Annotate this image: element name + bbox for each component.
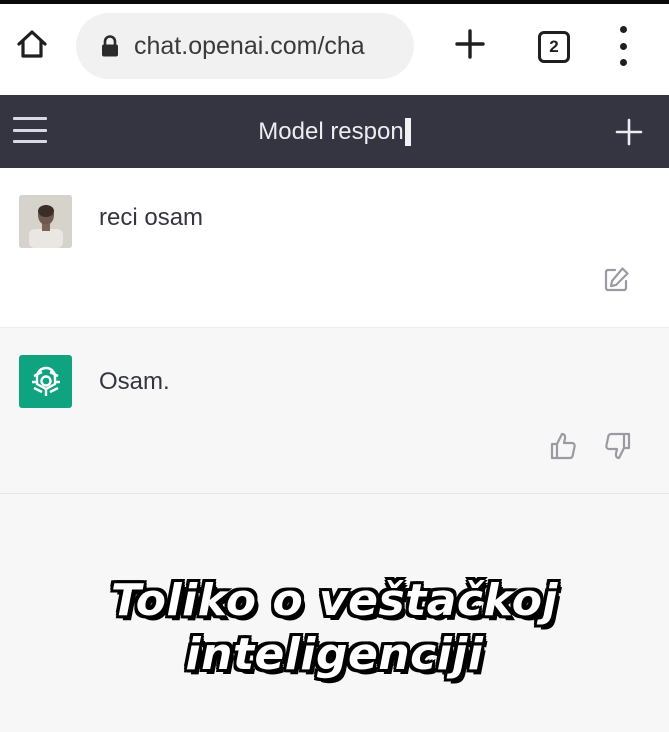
thumbs-down-icon[interactable] [603,431,633,461]
plus-icon [455,29,485,59]
home-button[interactable] [14,26,50,62]
user-avatar [19,195,72,248]
edit-icon[interactable] [601,265,631,295]
assistant-avatar [19,355,72,408]
more-vert-icon[interactable] [612,26,634,66]
chat-title-text: Model respon [258,117,404,145]
new-tab-button[interactable] [452,26,488,62]
user-message-text: reci osam [99,204,204,231]
caption-line-1: Toliko o veštačkoj [110,575,559,626]
video-caption: Toliko o veštačkoj inteligenciji [0,574,669,682]
openai-logo-icon [31,366,60,396]
new-chat-plus-icon[interactable] [612,115,646,149]
thumbs-up-icon[interactable] [548,431,578,461]
tab-count: 2 [549,37,559,56]
chat-title: Model respon [0,95,669,168]
user-message: reci osam [0,168,669,328]
assistant-message-text: Osam. [99,368,170,395]
lock-icon [102,35,118,57]
caption-line-2: inteligenciji [185,629,484,680]
assistant-message: Osam. [0,328,669,494]
phone-screen: chat.openai.com/cha 2 Model respon reci … [0,0,669,732]
tab-switcher-button[interactable]: 2 [538,31,570,63]
caption-area: Toliko o veštačkoj inteligenciji [0,494,669,732]
address-bar[interactable]: chat.openai.com/cha [76,13,414,79]
chat-header: Model respon [0,95,669,168]
text-cursor [404,117,411,146]
browser-toolbar: chat.openai.com/cha 2 [0,4,669,95]
home-icon [17,30,47,58]
url-text: chat.openai.com/cha [134,31,365,60]
